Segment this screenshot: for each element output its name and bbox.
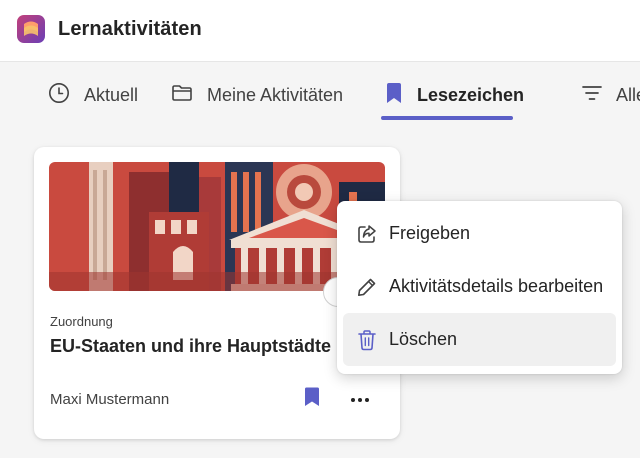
bookmark-toggle-button[interactable] (300, 387, 324, 411)
bookmark-filled-icon (304, 387, 320, 412)
menu-item-share[interactable]: Freigeben (343, 207, 616, 260)
tab-lesezeichen[interactable]: Lesezeichen (385, 80, 524, 110)
tab-bar: Aktuell Meine Aktivitäten Lesezeichen Al… (0, 62, 640, 124)
menu-item-label: Freigeben (389, 223, 471, 243)
active-tab-indicator (381, 116, 513, 120)
tab-aktuell[interactable]: Aktuell (48, 80, 138, 110)
tab-meine-aktivitaeten[interactable]: Meine Aktivitäten (171, 80, 343, 110)
filter-icon (582, 84, 602, 107)
more-horizontal-icon (350, 390, 370, 408)
menu-item-delete[interactable]: Löschen (343, 313, 616, 366)
folder-icon (171, 83, 193, 108)
clock-icon (48, 82, 70, 109)
tab-label: Alle (616, 84, 640, 105)
share-icon (355, 222, 379, 246)
activity-author: Maxi Mustermann (50, 391, 170, 408)
pencil-icon (355, 275, 379, 299)
menu-item-label: Löschen (389, 329, 458, 349)
bookmark-icon (385, 82, 403, 109)
card-thumbnail (49, 162, 385, 291)
menu-item-label: Aktivitätsdetails bearbeiten (389, 276, 604, 296)
more-options-button[interactable] (348, 387, 372, 411)
activity-type: Zuordnung (50, 314, 113, 329)
tab-label: Meine Aktivitäten (207, 84, 344, 105)
menu-item-edit-details[interactable]: Aktivitätsdetails bearbeiten (343, 260, 616, 313)
tab-label: Aktuell (84, 84, 139, 105)
app-logo-icon (16, 14, 46, 44)
tab-label: Lesezeichen (417, 84, 525, 105)
app-title: Lernaktivitäten (58, 18, 202, 40)
app-header: Lernaktivitäten (0, 0, 640, 62)
activity-title[interactable]: EU-Staaten und ihre Hauptstädte (50, 336, 331, 357)
trash-icon (355, 328, 379, 352)
tab-alle[interactable]: Alle (582, 80, 640, 110)
city-illustration (49, 162, 385, 291)
context-menu: Freigeben Aktivitätsdetails bearbeiten L… (337, 201, 622, 374)
